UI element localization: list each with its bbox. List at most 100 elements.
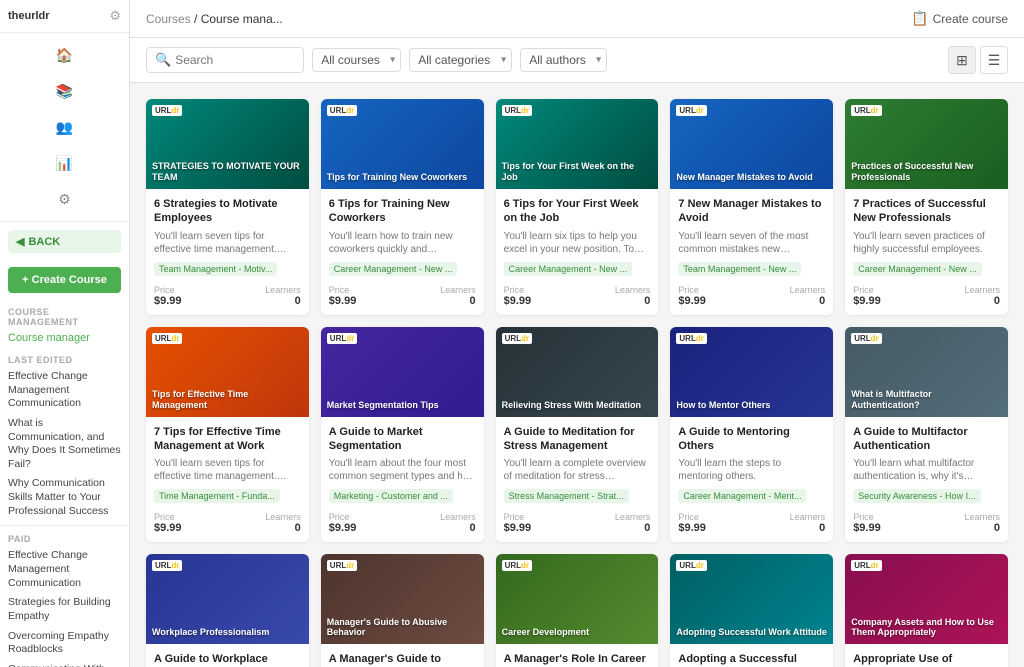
course-tag[interactable]: Time Management - Funda... bbox=[154, 489, 280, 503]
course-tag[interactable]: Security Awareness - How I... bbox=[853, 489, 980, 503]
course-thumbnail: URLdr Tips for Effective Time Management… bbox=[146, 327, 309, 417]
course-tag[interactable]: Career Management - Ment... bbox=[678, 489, 806, 503]
course-thumbnail: URLdr Tips for Your First Week on the Jo… bbox=[496, 99, 659, 189]
create-course-button[interactable]: + Create Course bbox=[8, 267, 121, 293]
course-title: Appropriate Use of Company Assets bbox=[853, 652, 1000, 667]
sidebar-paid-4[interactable]: Communicating With Empathy bbox=[0, 660, 129, 667]
course-card[interactable]: URLdr Market Segmentation Tips ⋯ A Guide… bbox=[321, 327, 484, 543]
course-card[interactable]: URLdr STRATEGIES TO MOTIVATE YOUR TEAM ⋯… bbox=[146, 99, 309, 315]
course-tag[interactable]: Career Management - New ... bbox=[329, 262, 458, 276]
course-price: $9.99 bbox=[504, 295, 532, 307]
course-card[interactable]: URLdr Manager's Guide to Abusive Behavio… bbox=[321, 554, 484, 667]
course-price: $9.99 bbox=[154, 522, 182, 534]
sidebar-icon-courses[interactable]: 📚 bbox=[53, 79, 77, 103]
course-card[interactable]: URLdr Tips for Training New Coworkers ⋯ … bbox=[321, 99, 484, 315]
thumb-overlay: New Manager Mistakes to Avoid bbox=[670, 99, 833, 189]
course-tag[interactable]: Team Management - Motiv... bbox=[154, 262, 277, 276]
course-learners-count: 0 bbox=[440, 522, 476, 534]
course-price-block: Price $9.99 bbox=[853, 285, 881, 307]
course-card[interactable]: URLdr Tips for Your First Week on the Jo… bbox=[496, 99, 659, 315]
course-thumbnail: URLdr Career Development ⋯ bbox=[496, 554, 659, 644]
search-box[interactable]: 🔍 bbox=[146, 47, 304, 73]
course-card[interactable]: URLdr Relieving Stress With Meditation ⋯… bbox=[496, 327, 659, 543]
grid-view-button[interactable]: ⊞ bbox=[948, 46, 976, 74]
course-tag[interactable]: Career Management - New ... bbox=[504, 262, 633, 276]
course-meta: Price $9.99 Learners 0 bbox=[504, 285, 651, 307]
course-thumbnail: URLdr Market Segmentation Tips ⋯ bbox=[321, 327, 484, 417]
all-courses-select[interactable]: All courses bbox=[312, 48, 401, 72]
sidebar-paid-1[interactable]: Effective Change Management Communicatio… bbox=[0, 546, 129, 593]
thumb-title-text: STRATEGIES TO MOTIVATE YOUR TEAM bbox=[152, 161, 303, 183]
course-price-block: Price $9.99 bbox=[329, 285, 357, 307]
course-thumbnail: URLdr Tips for Training New Coworkers ⋯ bbox=[321, 99, 484, 189]
course-price-block: Price $9.99 bbox=[329, 512, 357, 534]
course-tag[interactable]: Career Management - New ... bbox=[853, 262, 982, 276]
sidebar-icon-users[interactable]: 👥 bbox=[53, 115, 77, 139]
course-description: You'll learn seven tips for effective ti… bbox=[154, 457, 301, 483]
course-title: A Guide to Workplace Professionalism bbox=[154, 652, 301, 667]
course-description: You'll learn seven tips for effective ti… bbox=[154, 230, 301, 256]
sidebar-course-manager-link[interactable]: Course manager bbox=[0, 329, 129, 347]
list-view-button[interactable]: ☰ bbox=[980, 46, 1008, 74]
sidebar-last-edited-2[interactable]: What is Communication, and Why Does It S… bbox=[0, 414, 129, 475]
sidebar-icon-settings[interactable]: ⚙ bbox=[53, 187, 77, 211]
course-meta: Price $9.99 Learners 0 bbox=[329, 512, 476, 534]
course-title: A Guide to Meditation for Stress Managem… bbox=[504, 425, 651, 454]
all-authors-select[interactable]: All authors bbox=[520, 48, 607, 72]
course-info: Adopting a Successful Work Attitude Pric… bbox=[670, 644, 833, 667]
course-card[interactable]: URLdr Adopting Successful Work Attitude … bbox=[670, 554, 833, 667]
learners-block: Learners 0 bbox=[615, 512, 651, 534]
thumb-title-text: Tips for Your First Week on the Job bbox=[502, 161, 653, 183]
course-card[interactable]: URLdr Career Development ⋯ A Manager's R… bbox=[496, 554, 659, 667]
sidebar-settings-icon[interactable]: ⚙ bbox=[109, 8, 121, 24]
course-thumbnail: URLdr Practices of Successful New Profes… bbox=[845, 99, 1008, 189]
sidebar-icon-home[interactable]: 🏠 bbox=[53, 43, 77, 67]
course-price: $9.99 bbox=[329, 295, 357, 307]
sidebar-paid-3[interactable]: Overcoming Empathy Roadblocks bbox=[0, 627, 129, 660]
course-tag[interactable]: Marketing - Customer and ... bbox=[329, 489, 453, 503]
course-title: 6 Tips for Your First Week on the Job bbox=[504, 197, 651, 226]
course-learners-count: 0 bbox=[615, 295, 651, 307]
course-meta: Price $9.99 Learners 0 bbox=[853, 512, 1000, 534]
sidebar-icon-reports[interactable]: 📊 bbox=[53, 151, 77, 175]
course-thumbnail: URLdr Adopting Successful Work Attitude … bbox=[670, 554, 833, 644]
course-meta: Price $9.99 Learners 0 bbox=[853, 285, 1000, 307]
search-input[interactable] bbox=[175, 53, 295, 67]
course-learners-count: 0 bbox=[964, 295, 1000, 307]
thumb-title-text: New Manager Mistakes to Avoid bbox=[676, 172, 827, 183]
course-card[interactable]: URLdr Tips for Effective Time Management… bbox=[146, 327, 309, 543]
course-price: $9.99 bbox=[504, 522, 532, 534]
course-card[interactable]: URLdr Company Assets and How to Use Them… bbox=[845, 554, 1008, 667]
course-info: 7 Practices of Successful New Profession… bbox=[845, 189, 1008, 315]
course-card[interactable]: URLdr New Manager Mistakes to Avoid ⋯ 7 … bbox=[670, 99, 833, 315]
course-price-block: Price $9.99 bbox=[504, 285, 532, 307]
learners-label: Learners bbox=[964, 512, 1000, 522]
breadcrumb-courses[interactable]: Courses bbox=[146, 12, 191, 26]
course-meta: Price $9.99 Learners 0 bbox=[154, 512, 301, 534]
thumb-overlay: How to Mentor Others bbox=[670, 327, 833, 417]
sidebar-last-edited-1[interactable]: Effective Change Management Communicatio… bbox=[0, 367, 129, 414]
all-categories-select[interactable]: All categories bbox=[409, 48, 512, 72]
course-card[interactable]: URLdr What is Multifactor Authentication… bbox=[845, 327, 1008, 543]
back-button[interactable]: ◀ BACK bbox=[8, 230, 121, 253]
course-tag[interactable]: Team Management - New ... bbox=[678, 262, 801, 276]
sidebar-paid-2[interactable]: Strategies for Building Empathy bbox=[0, 593, 129, 626]
course-card[interactable]: URLdr How to Mentor Others ⋯ A Guide to … bbox=[670, 327, 833, 543]
thumb-title-text: Relieving Stress With Meditation bbox=[502, 400, 653, 411]
sidebar-top: theurldr ⚙ bbox=[0, 0, 129, 33]
create-course-header-link[interactable]: 📋 Create course bbox=[911, 10, 1008, 27]
price-label: Price bbox=[678, 285, 706, 295]
course-price: $9.99 bbox=[678, 522, 706, 534]
course-tag[interactable]: Stress Management - Strat... bbox=[504, 489, 629, 503]
learners-label: Learners bbox=[790, 285, 826, 295]
sidebar-last-edited-3[interactable]: Why Communication Skills Matter to Your … bbox=[0, 474, 129, 521]
course-card[interactable]: URLdr Workplace Professionalism ⋯ A Guid… bbox=[146, 554, 309, 667]
course-card[interactable]: URLdr Practices of Successful New Profes… bbox=[845, 99, 1008, 315]
course-meta: Price $9.99 Learners 0 bbox=[154, 285, 301, 307]
thumb-title-text: Practices of Successful New Professional… bbox=[851, 161, 1002, 183]
header: Courses / Course mana... 📋 Create course bbox=[130, 0, 1024, 38]
course-price: $9.99 bbox=[853, 522, 881, 534]
price-label: Price bbox=[504, 512, 532, 522]
thumb-title-text: Career Development bbox=[502, 627, 653, 638]
course-info: A Guide to Mentoring Others You'll learn… bbox=[670, 417, 833, 543]
